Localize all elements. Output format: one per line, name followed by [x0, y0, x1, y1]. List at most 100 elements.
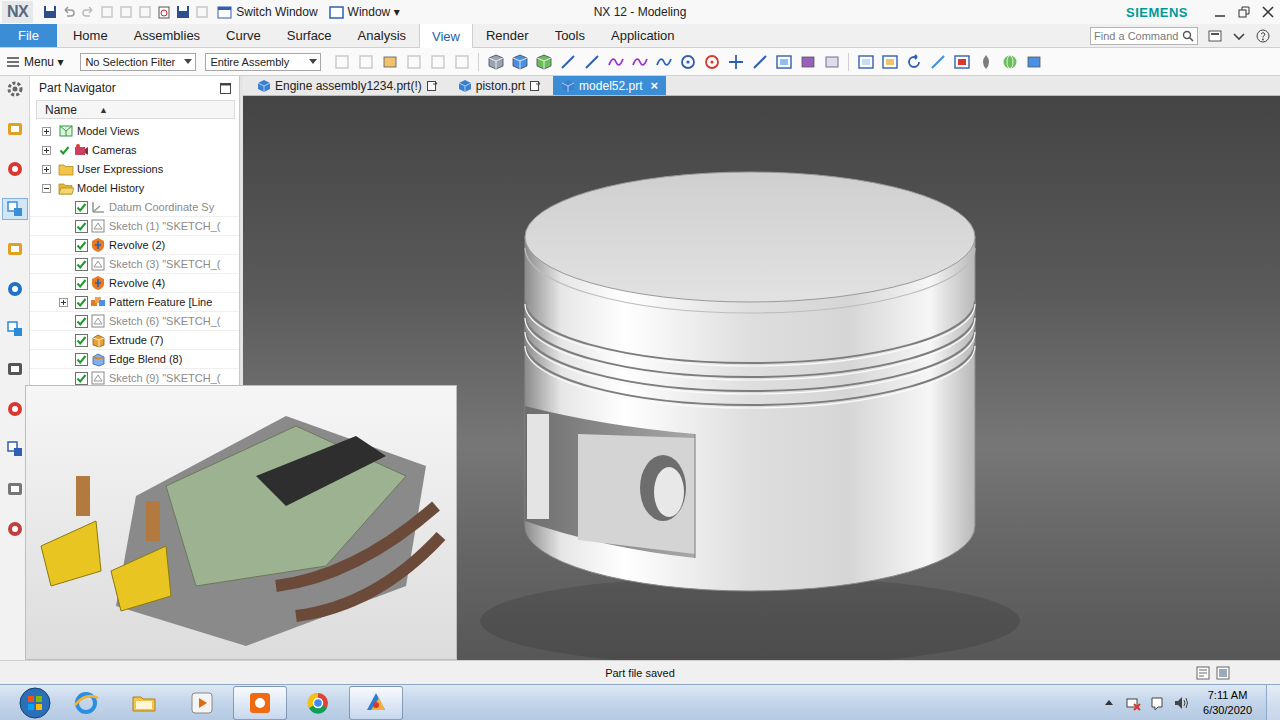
checkbox[interactable] — [75, 315, 88, 328]
ribbon-tab[interactable]: Tools — [542, 24, 598, 47]
undo-icon[interactable] — [61, 4, 77, 20]
toolbar-button[interactable] — [532, 51, 555, 73]
view-icon[interactable] — [881, 53, 899, 71]
assembly-navigator-icon[interactable] — [5, 119, 25, 139]
clock[interactable]: 7:11 AM6/30/2020 — [1197, 688, 1258, 717]
save-icon[interactable] — [42, 4, 58, 20]
toolbar-button[interactable] — [484, 51, 507, 73]
ribbon-tab[interactable]: Surface — [274, 24, 345, 47]
document-tab[interactable]: Engine assembly1234.prt(!) — [249, 76, 446, 95]
checkbox[interactable] — [75, 239, 88, 252]
resource-bar-button[interactable] — [2, 118, 28, 140]
settings-gear-icon[interactable] — [5, 79, 25, 99]
material-icon[interactable] — [977, 53, 995, 71]
toolbar-button[interactable] — [652, 51, 675, 73]
show-desktop-button[interactable] — [1266, 685, 1280, 720]
tree-expander-icon[interactable] — [42, 146, 51, 155]
curve-icon[interactable] — [631, 53, 649, 71]
tree-row[interactable]: Model History — [30, 179, 239, 198]
toolbar-button[interactable] — [580, 51, 603, 73]
view-icon[interactable] — [775, 53, 793, 71]
curve-icon[interactable] — [607, 53, 625, 71]
globe-icon[interactable] — [1001, 53, 1019, 71]
close-window-icon[interactable] — [1262, 6, 1274, 18]
toolbar-button[interactable] — [902, 51, 925, 73]
ribbon-tab[interactable]: Analysis — [345, 24, 419, 47]
ribbon-tab[interactable]: View — [419, 24, 473, 48]
resource-bar-button[interactable] — [2, 198, 28, 220]
window-menu[interactable]: Window ▾ — [325, 5, 404, 19]
resource-bar-button[interactable] — [2, 518, 28, 540]
help-icon[interactable] — [1256, 29, 1270, 43]
disabled-command-icon[interactable] — [137, 4, 153, 20]
command-icon[interactable] — [823, 53, 841, 71]
document-tab[interactable]: piston.prt — [450, 76, 549, 95]
command-icon[interactable] — [799, 53, 817, 71]
toolbar-button[interactable] — [998, 51, 1021, 73]
palette-icon[interactable] — [5, 399, 25, 419]
start-button[interactable] — [18, 686, 52, 720]
toolbar-button[interactable] — [378, 51, 401, 73]
tray-overflow-icon[interactable] — [1101, 695, 1117, 711]
taskbar-app[interactable] — [349, 686, 403, 720]
reload-part-icon[interactable] — [426, 80, 438, 92]
menu-button[interactable]: Menu ▾ — [4, 55, 69, 69]
switch-window-button[interactable]: Switch Window — [213, 5, 321, 19]
disabled-command-icon[interactable] — [118, 4, 134, 20]
rotate-icon[interactable] — [905, 53, 923, 71]
checkbox[interactable] — [75, 277, 88, 290]
web-browser-icon[interactable] — [5, 319, 25, 339]
line-icon[interactable] — [751, 53, 769, 71]
command-icon[interactable] — [1025, 53, 1043, 71]
toolbar-button[interactable] — [974, 51, 997, 73]
curve-icon[interactable] — [655, 53, 673, 71]
volume-icon[interactable] — [1173, 695, 1189, 711]
constraint-navigator-icon[interactable] — [5, 159, 25, 179]
point-icon[interactable] — [727, 53, 745, 71]
tree-row[interactable]: User Expressions — [30, 160, 239, 179]
close-tab-button[interactable]: × — [650, 78, 658, 93]
checkbox[interactable] — [75, 201, 88, 214]
minimize-icon[interactable] — [1214, 6, 1226, 18]
hd3d-tools-icon[interactable] — [5, 279, 25, 299]
toolbar-button[interactable] — [628, 51, 651, 73]
circle-icon[interactable] — [679, 53, 697, 71]
toolbar-button[interactable] — [878, 51, 901, 73]
resource-bar-button[interactable] — [2, 438, 28, 460]
reload-part-icon[interactable] — [529, 80, 541, 92]
taskbar-app[interactable] — [117, 686, 171, 720]
history-icon[interactable] — [5, 359, 25, 379]
ribbon-options-icon[interactable] — [1208, 29, 1222, 43]
view-icon[interactable] — [953, 53, 971, 71]
save-icon[interactable] — [175, 4, 191, 20]
command-search[interactable]: Find a Command — [1090, 27, 1198, 45]
circle-icon[interactable] — [703, 53, 721, 71]
tree-row[interactable]: Model Views — [30, 122, 239, 141]
system-scene-icon[interactable] — [5, 519, 25, 539]
toolbar-button[interactable] — [556, 51, 579, 73]
toolbar-button[interactable] — [508, 51, 531, 73]
taskbar-app[interactable] — [175, 686, 229, 720]
status-window-icon[interactable] — [1216, 666, 1230, 680]
maximize-panel-icon[interactable] — [220, 83, 231, 94]
redo-icon[interactable] — [80, 4, 96, 20]
tree-row[interactable]: Sketch (1) "SKETCH_( — [30, 217, 239, 236]
toolbar-button[interactable] — [1022, 51, 1045, 73]
toolbar-button[interactable] — [950, 51, 973, 73]
collapse-ribbon-icon[interactable] — [1232, 29, 1246, 43]
toolbar-button[interactable] — [796, 51, 819, 73]
resource-bar-button[interactable] — [2, 318, 28, 340]
tree-expander-icon[interactable] — [42, 165, 51, 174]
tree-row[interactable]: Extrude (7) — [30, 331, 239, 350]
cube-view-icon[interactable] — [487, 53, 505, 71]
resource-bar-button[interactable] — [2, 358, 28, 380]
toolbar-button[interactable] — [700, 51, 723, 73]
selection-scope-dropdown[interactable]: Entire Assembly — [205, 53, 321, 71]
resource-bar-button[interactable] — [2, 78, 28, 100]
tree-row[interactable]: Revolve (2) — [30, 236, 239, 255]
checkbox[interactable] — [75, 372, 88, 385]
toolbar-button[interactable] — [820, 51, 843, 73]
view-icon[interactable] — [857, 53, 875, 71]
resource-bar-button[interactable] — [2, 238, 28, 260]
tree-row[interactable]: Sketch (6) "SKETCH_( — [30, 312, 239, 331]
